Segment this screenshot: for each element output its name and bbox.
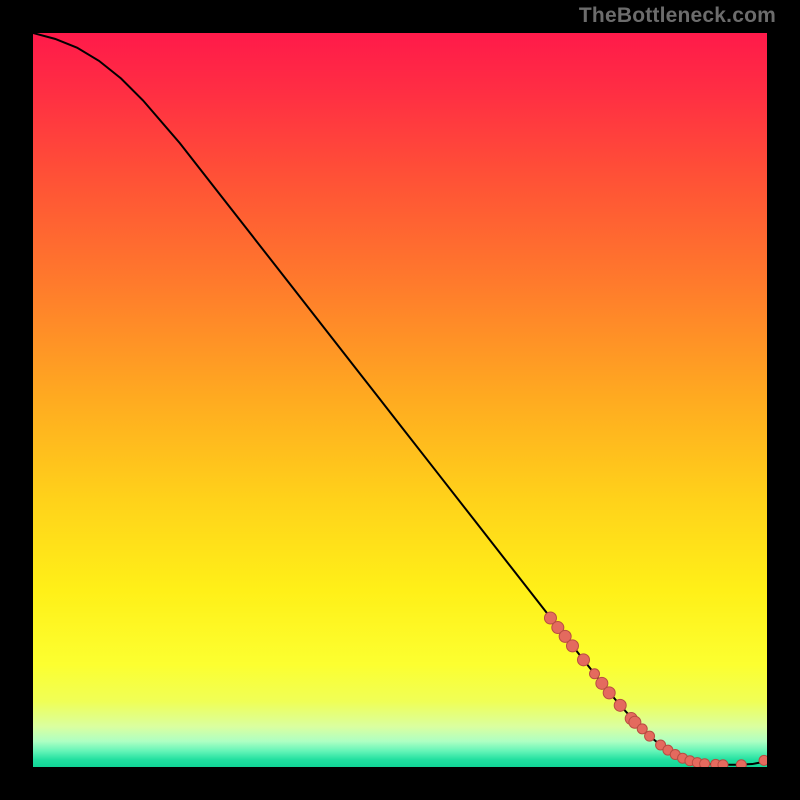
data-marker	[645, 731, 655, 741]
data-marker	[614, 699, 626, 711]
chart-frame: TheBottleneck.com	[0, 0, 800, 800]
data-marker	[700, 759, 710, 767]
data-marker	[603, 687, 615, 699]
watermark-label: TheBottleneck.com	[579, 4, 776, 28]
data-marker	[759, 755, 767, 765]
heat-background	[33, 33, 767, 767]
bottleneck-chart	[33, 33, 767, 767]
data-marker	[566, 640, 578, 652]
data-marker	[718, 760, 728, 767]
data-marker	[578, 654, 590, 666]
data-marker	[590, 669, 600, 679]
data-marker	[736, 760, 746, 767]
